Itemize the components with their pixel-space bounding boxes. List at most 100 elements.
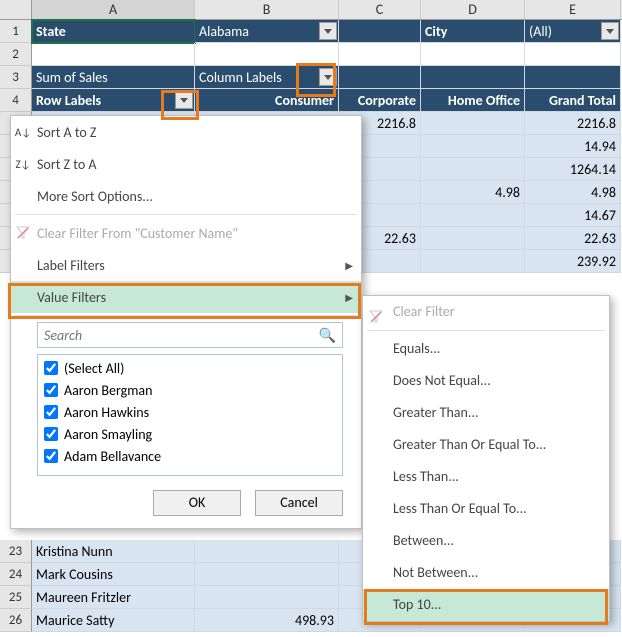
col-header-E[interactable]: E <box>525 0 621 19</box>
row-2: 2 <box>0 43 622 66</box>
sort-za[interactable]: Z↓ Sort Z to A <box>11 148 361 180</box>
sub-equals[interactable]: Equals... <box>363 333 609 365</box>
cell-A1[interactable]: State <box>32 20 195 43</box>
sub-not-between[interactable]: Not Between... <box>363 557 609 589</box>
sub-less-than[interactable]: Less Than... <box>363 461 609 493</box>
cell[interactable]: 2216.8 <box>525 112 621 135</box>
filter-checkbox[interactable] <box>44 427 58 441</box>
cell-E1-text: (All) <box>529 23 552 40</box>
state-dropdown-button[interactable] <box>319 22 337 40</box>
cell[interactable]: 498.93 <box>195 609 339 632</box>
col-header-D[interactable]: D <box>421 0 525 19</box>
cell-E3[interactable] <box>525 66 621 89</box>
cell-D1[interactable]: City <box>421 20 525 43</box>
cell-C3[interactable] <box>339 66 421 89</box>
menu-separator <box>15 214 357 215</box>
cell-B1[interactable]: Alabama <box>195 20 339 43</box>
more-sort-options[interactable]: More Sort Options... <box>11 180 361 212</box>
sub-top10[interactable]: Top 10... <box>363 589 609 621</box>
cell-E1[interactable]: (All) <box>525 20 621 43</box>
cell[interactable]: 14.94 <box>525 135 621 158</box>
row-num[interactable]: 26 <box>0 609 32 632</box>
filter-checkbox[interactable] <box>44 383 58 397</box>
column-labels-dropdown-button[interactable] <box>319 68 337 86</box>
cell-D4[interactable]: Home Office <box>421 89 525 112</box>
row-num-header <box>0 0 32 19</box>
cell[interactable]: 22.63 <box>525 227 621 250</box>
row-num[interactable]: 23 <box>0 540 32 563</box>
cell[interactable]: 239.92 <box>525 250 621 273</box>
sub-greater-equal[interactable]: Greater Than Or Equal To... <box>363 429 609 461</box>
cell[interactable]: 14.67 <box>525 204 621 227</box>
cell[interactable] <box>421 158 525 181</box>
col-header-C[interactable]: C <box>339 0 421 19</box>
cell-C1[interactable] <box>339 20 421 43</box>
cell[interactable]: Kristina Nunn <box>32 540 195 563</box>
cell-B2[interactable] <box>195 43 339 66</box>
ok-button[interactable]: OK <box>153 490 241 516</box>
cell[interactable]: 4.98 <box>421 181 525 204</box>
cell[interactable]: 4.98 <box>525 181 621 204</box>
cell-A2[interactable] <box>32 43 195 66</box>
filter-check-list[interactable]: (Select All)Aaron Bergman Aaron Hawkins Aa… <box>37 354 343 476</box>
cancel-button[interactable]: Cancel <box>255 490 343 516</box>
cell[interactable] <box>195 563 339 586</box>
cell-A3[interactable]: Sum of Sales <box>32 66 195 89</box>
cell[interactable]: Maureen Fritzler <box>32 586 195 609</box>
cell[interactable] <box>421 227 525 250</box>
row-num[interactable]: 24 <box>0 563 32 586</box>
cell-B3[interactable]: Column Labels <box>195 66 339 89</box>
row-num-1[interactable]: 1 <box>0 20 32 43</box>
row-labels-dropdown-button[interactable] <box>175 91 193 109</box>
sub-not-equal[interactable]: Does Not Equal... <box>363 365 609 397</box>
cell[interactable]: Maurice Satty <box>32 609 195 632</box>
row-4: 4 Row Labels Consumer Corporate Home Off… <box>0 89 622 112</box>
filter-check-item[interactable]: Aaron Bergman <box>40 379 340 401</box>
filter-search-input[interactable]: Search 🔍 <box>37 322 343 348</box>
row-num[interactable]: 25 <box>0 586 32 609</box>
row-num-2[interactable]: 2 <box>0 43 32 66</box>
sub-less-equal[interactable]: Less Than Or Equal To... <box>363 493 609 525</box>
col-header-B[interactable]: B <box>195 0 339 19</box>
cell-E2[interactable] <box>525 43 621 66</box>
clear-filter-row: Clear Filter From "Customer Name" <box>11 217 361 249</box>
cell-B3-text: Column Labels <box>199 69 282 86</box>
filter-check-item[interactable]: (Select All) <box>40 357 340 379</box>
cell[interactable] <box>195 540 339 563</box>
cell-B4[interactable]: Consumer <box>195 89 339 112</box>
row-num-3[interactable]: 3 <box>0 66 32 89</box>
filter-menu: A↓ Sort A to Z Z↓ Sort Z to A More Sort … <box>10 115 362 529</box>
cell[interactable]: Mark Cousins <box>32 563 195 586</box>
filter-buttons: OK Cancel <box>11 482 361 528</box>
filter-checkbox[interactable] <box>44 405 58 419</box>
filter-check-label: Aaron Hawkins <box>64 404 149 421</box>
sub-greater-than[interactable]: Greater Than... <box>363 397 609 429</box>
filter-check-item[interactable]: Aaron Smayling <box>40 423 340 445</box>
filter-checkbox[interactable] <box>44 361 58 375</box>
cell-E4[interactable]: Grand Total <box>525 89 621 112</box>
cell[interactable] <box>421 135 525 158</box>
label-filters[interactable]: Label Filters ▶ <box>11 249 361 281</box>
cell[interactable] <box>421 250 525 273</box>
cell-C4[interactable]: Corporate <box>339 89 421 112</box>
cell-D2[interactable] <box>421 43 525 66</box>
city-dropdown-button[interactable] <box>601 22 619 40</box>
sub-between[interactable]: Between... <box>363 525 609 557</box>
cell-C2[interactable] <box>339 43 421 66</box>
sort-az-label: Sort A to Z <box>37 124 96 141</box>
filter-check-item[interactable]: Aaron Hawkins <box>40 401 340 423</box>
filter-check-label: Aaron Smayling <box>64 426 152 443</box>
sort-az[interactable]: A↓ Sort A to Z <box>11 116 361 148</box>
cell[interactable] <box>421 204 525 227</box>
cell-D3[interactable] <box>421 66 525 89</box>
cell[interactable] <box>195 586 339 609</box>
col-header-A[interactable]: A <box>32 0 195 19</box>
cell-A4[interactable]: Row Labels <box>32 89 195 112</box>
value-filters[interactable]: Value Filters ▶ <box>11 281 361 313</box>
row-num-4[interactable]: 4 <box>0 89 32 112</box>
filter-checkbox[interactable] <box>44 449 58 463</box>
menu-separator <box>15 315 357 316</box>
cell[interactable]: 1264.14 <box>525 158 621 181</box>
cell[interactable] <box>421 112 525 135</box>
filter-check-item[interactable]: Adam Bellavance <box>40 445 340 467</box>
